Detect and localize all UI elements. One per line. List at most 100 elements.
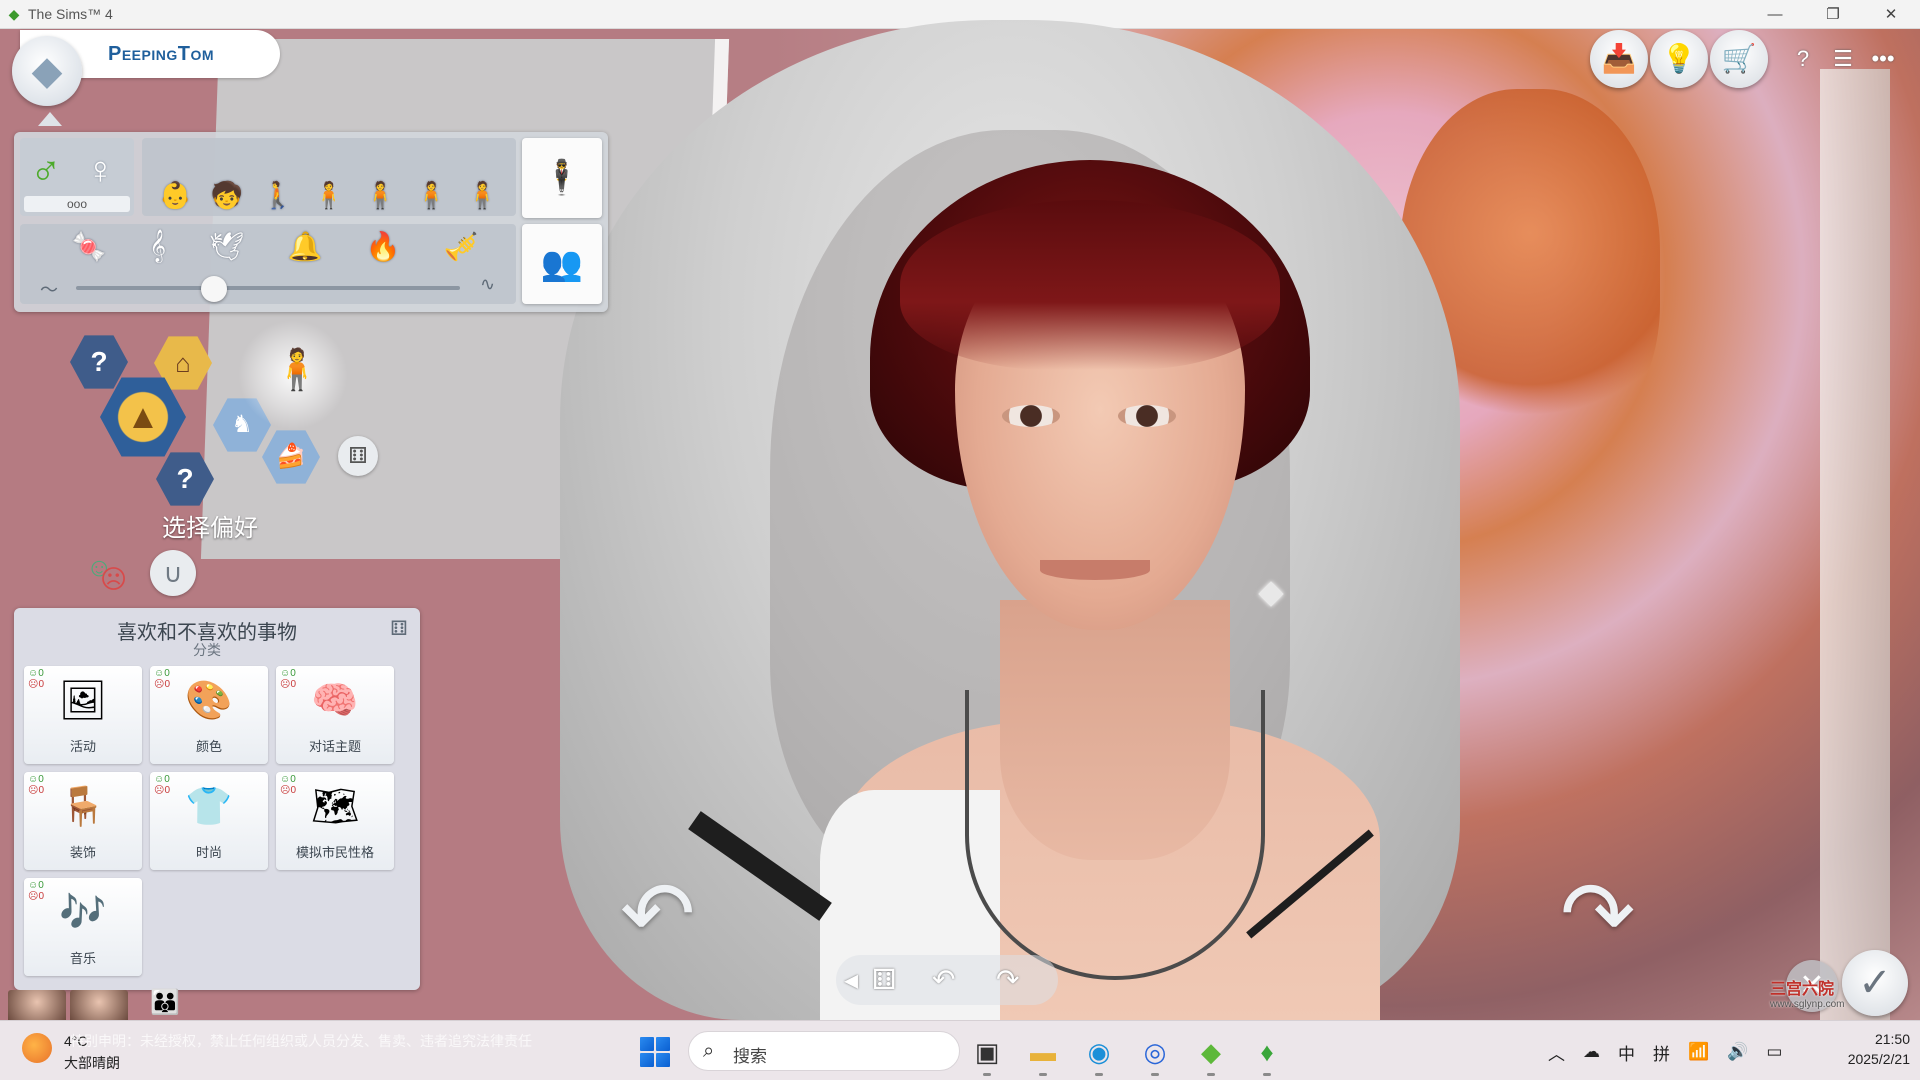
male-icon[interactable]: ♂	[30, 148, 62, 194]
clock-time: 21:50	[1874, 1031, 1910, 1047]
sims-plumbob-icon: ◆	[8, 6, 20, 22]
gallery-button[interactable]: ☰	[1826, 42, 1860, 76]
household-sim-thumbnail[interactable]	[8, 990, 66, 1020]
voice-type-list: 🍬 𝄞 🕊 🔔 🔥 🎺	[50, 230, 500, 263]
age-infant-icon[interactable]: 👶	[159, 182, 191, 208]
voice-clear-icon[interactable]: 🔔	[288, 230, 323, 263]
household-sim-thumbnail[interactable]	[70, 990, 128, 1020]
gender-options-button[interactable]: ooo	[24, 196, 130, 212]
female-icon[interactable]: ♀	[86, 148, 115, 194]
age-young-adult-icon[interactable]: 🧍	[364, 182, 396, 208]
chevron-up-icon[interactable]: ︿	[1548, 1040, 1565, 1065]
wifi-icon[interactable]: 📶	[1688, 1042, 1709, 1062]
category-label: 活动	[69, 739, 96, 754]
category-sim-characteristics[interactable]: ☺0 ☹0 🗺 模拟市民性格	[276, 772, 394, 870]
chat-app-icon[interactable]: ◎	[1138, 1035, 1172, 1076]
easel-icon: 🖼	[58, 680, 108, 722]
rotate-right-icon: ↷	[1560, 865, 1636, 965]
sims-launcher-icon[interactable]: ◆	[1194, 1035, 1228, 1076]
volume-icon[interactable]: 🔊	[1727, 1042, 1748, 1062]
rotate-left-button[interactable]: ↶	[620, 870, 695, 960]
voice-brash-icon[interactable]: 🎺	[444, 230, 479, 263]
weather-condition: 大部晴朗	[64, 1055, 120, 1071]
voice-lilted-icon[interactable]: 🕊	[209, 230, 245, 263]
file-explorer-icon[interactable]: ▬	[1026, 1035, 1060, 1076]
voice-sweet-icon[interactable]: 🍬	[72, 230, 107, 263]
category-label: 模拟市民性格	[295, 845, 374, 860]
walk-style-button[interactable]: 🕴	[522, 138, 602, 218]
close-button[interactable]: ✕	[1862, 0, 1920, 29]
magnet-icon: ∪	[163, 558, 183, 588]
add-sim-icon[interactable]: 👪	[150, 988, 180, 1017]
game-menu-button[interactable]: •••	[1866, 42, 1900, 76]
age-elder-icon[interactable]: 🧍	[466, 182, 498, 208]
save-to-library-button[interactable]: 📥	[1590, 30, 1648, 88]
sim-mouth	[1040, 560, 1150, 580]
category-music[interactable]: ☺0 ☹0 🎶 音乐	[24, 878, 142, 976]
minimize-button[interactable]: —	[1746, 0, 1804, 29]
tips-button[interactable]: 💡	[1650, 30, 1708, 88]
chair-icon: 🪑	[59, 786, 107, 828]
store-button[interactable]: 🛒	[1710, 30, 1768, 88]
voice-selector: 🍬 𝄞 🕊 🔔 🔥 🎺 〜 ∿	[20, 224, 516, 304]
taskbar-search[interactable]: ⌕ 搜索	[688, 1031, 960, 1071]
tray-icon: 📥	[1601, 43, 1637, 74]
age-teen-icon[interactable]: 🧍	[313, 182, 345, 208]
windows-taskbar: 4°C 大部晴朗 特别申明：未经授权，禁止任何组织或人员分发、售卖、违者追究法律…	[0, 1020, 1920, 1080]
redo-button[interactable]: ↷	[996, 963, 1019, 996]
ime-mode-indicator[interactable]: 拼	[1653, 1040, 1670, 1065]
gender-selector: ♂ ♀ ooo	[20, 138, 134, 216]
age-adult-icon[interactable]: 🧍	[415, 182, 447, 208]
unicorn-icon: ♞	[231, 411, 253, 438]
category-decor[interactable]: ☺0 ☹0 🪑 装饰	[24, 772, 142, 870]
aspiration-icon[interactable]: 🧍	[272, 346, 322, 393]
more-icon: •••	[1871, 46, 1895, 71]
sim-name: PeepingTom	[108, 43, 215, 65]
onedrive-cloud-icon[interactable]: ☁	[1583, 1042, 1600, 1062]
edge-browser-icon[interactable]: ◉	[1082, 1035, 1116, 1076]
help-button[interactable]: ?	[1786, 42, 1820, 76]
voice-melodic-icon[interactable]: 𝄞	[149, 230, 166, 263]
sim-necklace	[965, 690, 1265, 980]
age-toddler-icon[interactable]: 🧒	[211, 182, 243, 208]
lightbulb-icon: 💡	[1661, 43, 1697, 74]
brain-icon: 🧠	[311, 680, 359, 722]
relationships-button[interactable]: 👥	[522, 224, 602, 304]
battery-icon[interactable]: ▭	[1766, 1042, 1782, 1062]
likes-dislikes-icon[interactable]: ☺ ☹	[86, 552, 127, 594]
category-label: 音乐	[69, 951, 96, 966]
window-controls: — ❐ ✕	[1746, 0, 1920, 29]
panel-pointer-arrow	[38, 112, 62, 126]
randomize-traits-button[interactable]: ⚅	[338, 436, 378, 476]
category-conversation-topics[interactable]: ☺0 ☹0 🧠 对话主题	[276, 666, 394, 764]
window-title: The Sims™ 4	[28, 6, 113, 22]
voice-pitch-slider[interactable]	[76, 286, 460, 290]
plumbob-menu-button[interactable]: ◆	[12, 36, 82, 106]
task-view-icon[interactable]: ▣	[970, 1035, 1004, 1076]
palette-icon: 🎨	[185, 680, 233, 722]
search-placeholder: 搜索	[733, 1047, 767, 1066]
rotate-right-button[interactable]: ↷	[1560, 870, 1635, 960]
randomize-likes-button[interactable]: ⚅	[384, 614, 414, 644]
taskbar-clock[interactable]: 21:50 2025/2/21	[1820, 1029, 1910, 1069]
voice-pitch-slider-thumb[interactable]	[201, 276, 228, 302]
voice-warm-icon[interactable]: 🔥	[366, 230, 401, 263]
category-colors[interactable]: ☺0 ☹0 🎨 颜色	[150, 666, 268, 764]
sims-game-icon[interactable]: ♦	[1250, 1035, 1284, 1076]
restore-button[interactable]: ❐	[1804, 0, 1862, 29]
attraction-button[interactable]: ∪	[150, 550, 196, 596]
question-mark-icon: ?	[90, 346, 108, 377]
start-button[interactable]	[640, 1037, 670, 1067]
sim-fringe	[900, 200, 1280, 370]
undo-redo-bar: ◂ ⚅ ↶ ↷	[836, 955, 1058, 1005]
collapse-arrow-icon[interactable]: ◂	[844, 963, 858, 996]
category-activities[interactable]: ☺0 ☹0 🖼 活动	[24, 666, 142, 764]
list-icon: ☰	[1833, 46, 1853, 71]
category-label: 时尚	[195, 845, 222, 860]
randomize-sim-button[interactable]: ⚅	[872, 963, 896, 996]
ime-language-indicator[interactable]: 中	[1618, 1040, 1635, 1065]
undo-button[interactable]: ↶	[932, 963, 955, 996]
overlay-notice-text: 特别申明：未经授权，禁止任何组织或人员分发、售卖、违者追究法律责任	[70, 1033, 532, 1049]
category-fashion[interactable]: ☺0 ☹0 👕 时尚	[150, 772, 268, 870]
age-child-icon[interactable]: 🚶	[262, 182, 294, 208]
